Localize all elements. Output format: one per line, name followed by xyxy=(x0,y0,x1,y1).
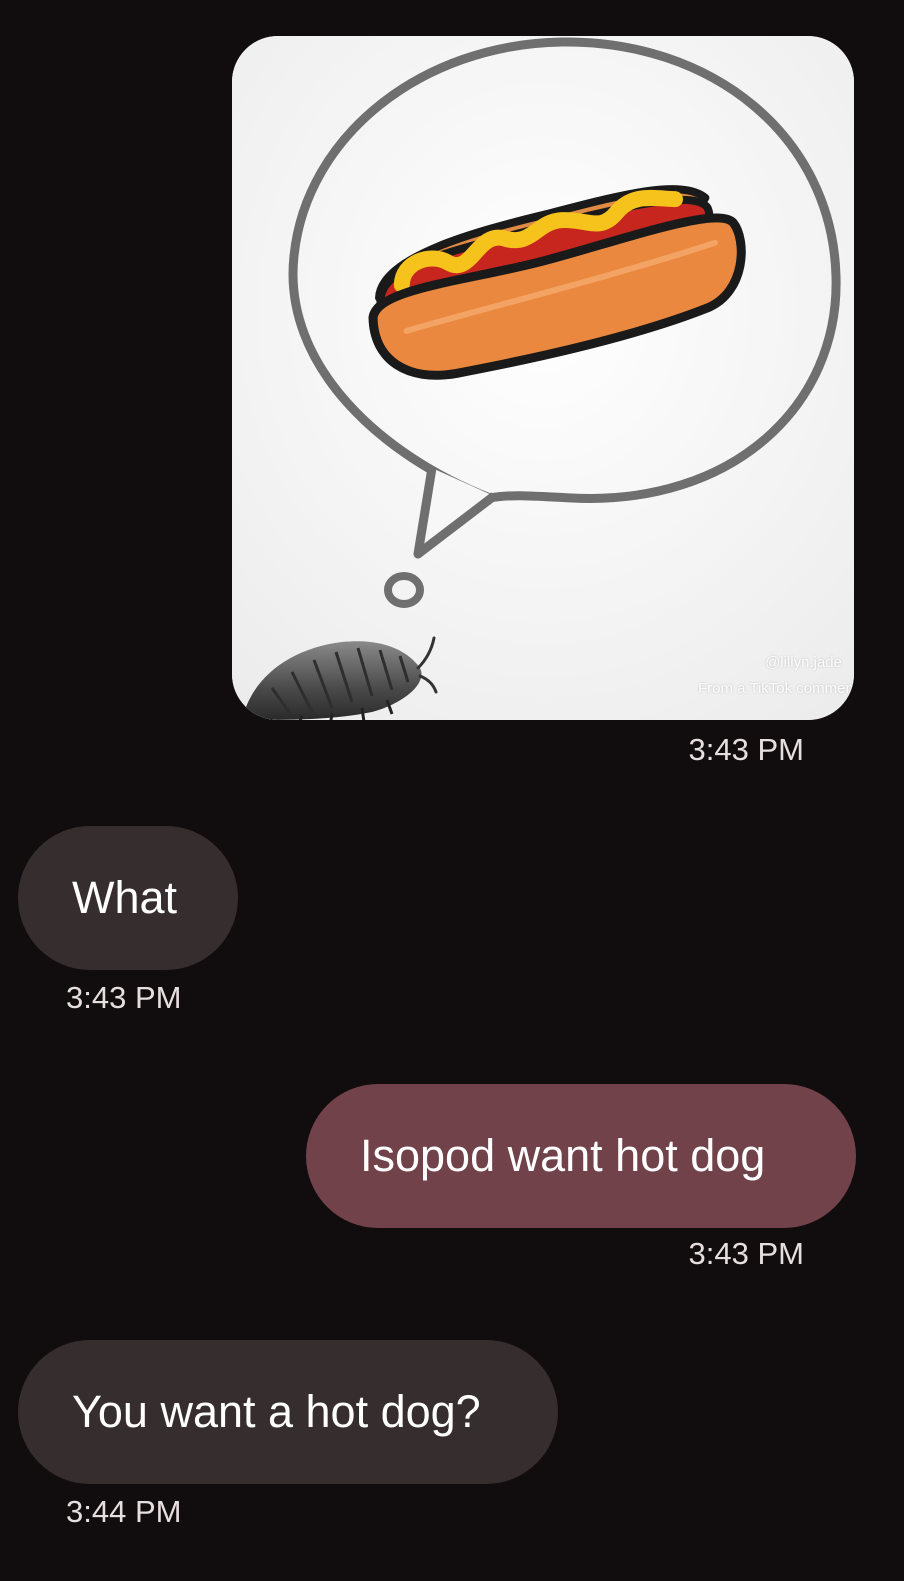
message-text: You want a hot dog? xyxy=(72,1386,481,1437)
message-timestamp: 3:43 PM xyxy=(66,980,182,1015)
message-text: Isopod want hot dog xyxy=(360,1130,766,1181)
message-text: What xyxy=(72,872,178,923)
watermark-source: From a TikTok comment xyxy=(697,680,854,697)
image-message[interactable]: @lillyn.jade From a TikTok comment xyxy=(232,36,854,720)
incoming-message-bubble[interactable]: You want a hot dog? xyxy=(18,1340,558,1484)
isopod-hotdog-image xyxy=(232,36,854,720)
message-timestamp: 3:43 PM xyxy=(688,1236,804,1271)
message-timestamp: 3:43 PM xyxy=(688,732,804,767)
incoming-message-bubble[interactable]: What xyxy=(18,826,238,970)
message-timestamp: 3:44 PM xyxy=(66,1494,182,1529)
watermark-handle: @lillyn.jade xyxy=(765,654,842,671)
outgoing-message-bubble[interactable]: Isopod want hot dog xyxy=(306,1084,856,1228)
